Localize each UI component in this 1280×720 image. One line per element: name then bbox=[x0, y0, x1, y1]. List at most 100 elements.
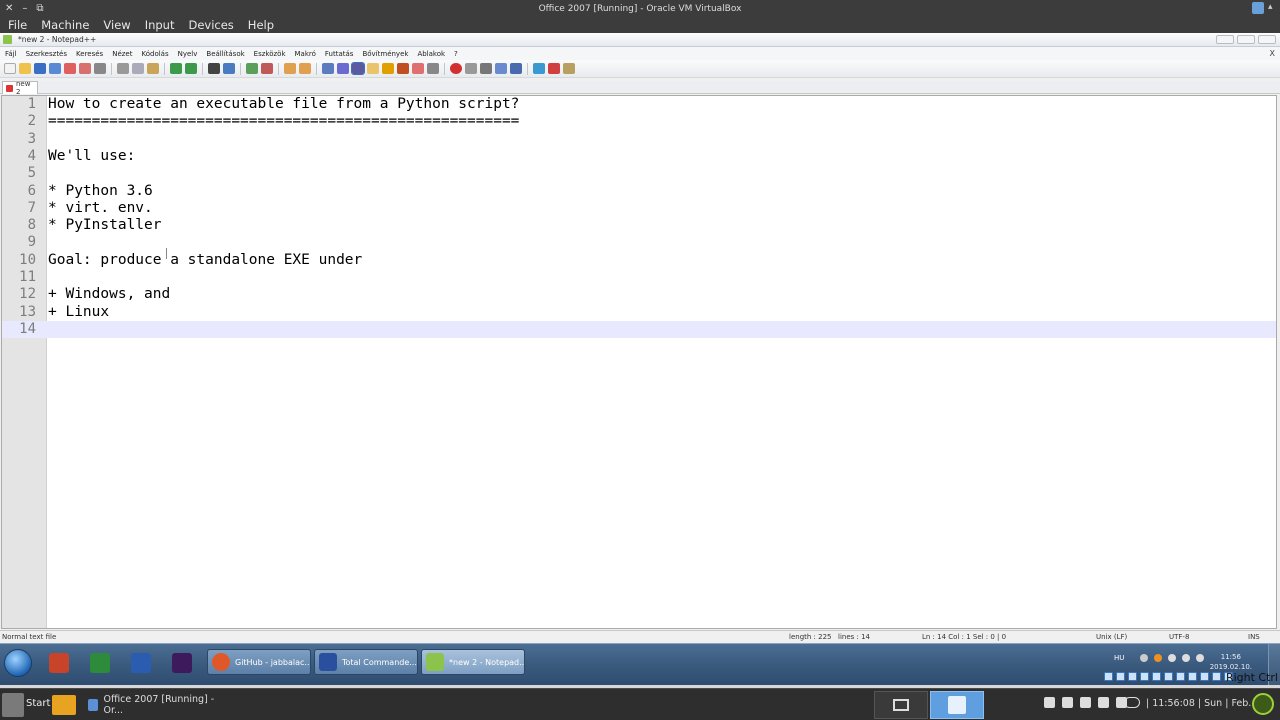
host-clock[interactable]: | 11:56:08 | Sun | Feb. 10 bbox=[1146, 698, 1266, 709]
sync-h-icon[interactable] bbox=[299, 63, 311, 74]
plugin-icon[interactable] bbox=[563, 63, 575, 74]
battery-icon[interactable] bbox=[1080, 697, 1091, 708]
audio-icon[interactable] bbox=[1128, 672, 1137, 681]
network-icon[interactable] bbox=[1140, 672, 1149, 681]
folder-workspace-icon[interactable] bbox=[412, 63, 424, 74]
tray-clock[interactable]: 11:56 2019.02.10. bbox=[1210, 652, 1252, 672]
show-all-chars-icon[interactable] bbox=[337, 63, 349, 74]
display-icon[interactable] bbox=[1176, 672, 1185, 681]
doc-map-icon[interactable] bbox=[382, 63, 394, 74]
play-macro-icon[interactable] bbox=[480, 63, 492, 74]
print-icon[interactable] bbox=[94, 63, 106, 74]
pinned-app-2[interactable] bbox=[83, 649, 117, 677]
flag-icon[interactable] bbox=[1196, 654, 1204, 662]
editor-line[interactable]: 2 =======================================… bbox=[2, 113, 1276, 130]
video-capture-icon[interactable] bbox=[1188, 672, 1197, 681]
vbox-menu-devices[interactable]: Devices bbox=[188, 18, 233, 32]
pinned-app-1[interactable] bbox=[42, 649, 76, 677]
editor-line[interactable]: 12 + Windows, and bbox=[2, 286, 1276, 303]
minimize-button[interactable] bbox=[1216, 35, 1234, 44]
text-editor[interactable]: 1 How to create an executable file from a… bbox=[1, 95, 1277, 629]
menu-bovitmenyek[interactable]: Bővítmények bbox=[362, 50, 408, 58]
menu-kodolas[interactable]: Kódolás bbox=[141, 50, 168, 58]
display-icon[interactable] bbox=[1062, 697, 1073, 708]
find-icon[interactable] bbox=[208, 63, 220, 74]
spell-check-icon[interactable] bbox=[533, 63, 545, 74]
cut-icon[interactable] bbox=[117, 63, 129, 74]
save-macro-icon[interactable] bbox=[510, 63, 522, 74]
lang-udl-icon[interactable] bbox=[367, 63, 379, 74]
editor-line[interactable]: 14 bbox=[2, 320, 1276, 339]
vbox-menu-view[interactable]: View bbox=[103, 18, 130, 32]
optical-icon[interactable] bbox=[1116, 672, 1125, 681]
tab-new-2[interactable]: new 2 bbox=[2, 80, 38, 96]
editor-line[interactable]: 8 * PyInstaller bbox=[2, 217, 1276, 234]
pinned-app-3[interactable] bbox=[124, 649, 158, 677]
editor-line[interactable]: 10 Goal: produce a standalone EXE under bbox=[2, 252, 1276, 269]
orange-tray-icon[interactable] bbox=[1154, 654, 1162, 662]
vbox-menu-file[interactable]: File bbox=[8, 18, 27, 32]
menu-fajl[interactable]: Fájl bbox=[5, 50, 17, 58]
hdd-icon[interactable] bbox=[1104, 672, 1113, 681]
save-icon[interactable] bbox=[34, 63, 46, 74]
run-macro-multiple-icon[interactable] bbox=[495, 63, 507, 74]
volume-icon[interactable] bbox=[1098, 697, 1109, 708]
shared-folder-icon[interactable] bbox=[1164, 672, 1173, 681]
stop-macro-icon[interactable] bbox=[465, 63, 477, 74]
workspace-2[interactable] bbox=[930, 691, 984, 719]
redo-icon[interactable] bbox=[185, 63, 197, 74]
cloud-icon[interactable] bbox=[1124, 697, 1140, 708]
language-indicator[interactable]: HU bbox=[1114, 654, 1124, 662]
editor-line[interactable]: 5 bbox=[2, 165, 1276, 182]
copy-icon[interactable] bbox=[132, 63, 144, 74]
record-macro-icon[interactable] bbox=[450, 63, 462, 74]
windows-start-orb[interactable] bbox=[4, 649, 32, 677]
menu-makro[interactable]: Makró bbox=[295, 50, 316, 58]
sync-v-icon[interactable] bbox=[284, 63, 296, 74]
menu-help[interactable]: ? bbox=[454, 50, 458, 58]
mouse-integration-icon[interactable] bbox=[1212, 672, 1221, 681]
close-doc-icon[interactable]: X bbox=[1270, 49, 1275, 58]
menu-futtatas[interactable]: Futtatás bbox=[325, 50, 354, 58]
close-icon[interactable] bbox=[64, 63, 76, 74]
editor-line[interactable]: 6 * Python 3.6 bbox=[2, 183, 1276, 200]
workspace-1[interactable] bbox=[874, 691, 928, 719]
menu-beallitasok[interactable]: Beállítások bbox=[206, 50, 244, 58]
up-arrow-icon[interactable] bbox=[1140, 654, 1148, 662]
replace-icon[interactable] bbox=[223, 63, 235, 74]
zoom-in-icon[interactable] bbox=[246, 63, 258, 74]
network-icon[interactable] bbox=[1168, 654, 1176, 662]
task-firefox[interactable]: GitHub - jabbalac... bbox=[207, 649, 311, 675]
editor-line[interactable]: 1 How to create an executable file from a… bbox=[2, 96, 1276, 113]
menu-ablakok[interactable]: Ablakok bbox=[417, 50, 445, 58]
editor-line[interactable]: 4 We'll use: bbox=[2, 148, 1276, 165]
zoom-out-icon[interactable] bbox=[261, 63, 273, 74]
pinned-app-4[interactable] bbox=[165, 649, 199, 677]
host-task-virtualbox[interactable]: Office 2007 [Running] - Or... bbox=[82, 692, 220, 718]
menu-nezet[interactable]: Nézet bbox=[112, 50, 132, 58]
undo-icon[interactable] bbox=[170, 63, 182, 74]
vbox-menu-machine[interactable]: Machine bbox=[41, 18, 89, 32]
monitoring-icon[interactable] bbox=[427, 63, 439, 74]
host-start-button[interactable]: Start bbox=[26, 698, 50, 709]
editor-line[interactable]: 3 bbox=[2, 131, 1276, 148]
maximize-button[interactable] bbox=[1237, 35, 1255, 44]
vbox-menu-help[interactable]: Help bbox=[248, 18, 274, 32]
task-total-commander[interactable]: Total Commande... bbox=[314, 649, 418, 675]
close-button[interactable] bbox=[1258, 35, 1276, 44]
paste-icon[interactable] bbox=[147, 63, 159, 74]
menu-kereses[interactable]: Keresés bbox=[76, 50, 103, 58]
host-menu-icon[interactable] bbox=[2, 693, 24, 717]
function-list-icon[interactable] bbox=[397, 63, 409, 74]
usb-icon[interactable] bbox=[1152, 672, 1161, 681]
editor-line[interactable]: 11 bbox=[2, 269, 1276, 286]
indent-guide-icon[interactable] bbox=[351, 62, 365, 75]
menu-eszkozok[interactable]: Eszközök bbox=[254, 50, 286, 58]
menu-szerkesztes[interactable]: Szerkesztés bbox=[26, 50, 67, 58]
editor-line[interactable]: 13 + Linux bbox=[2, 304, 1276, 321]
abc-spell-icon[interactable] bbox=[548, 63, 560, 74]
task-notepad[interactable]: *new 2 - Notepad... bbox=[421, 649, 525, 675]
editor-line[interactable]: 9 bbox=[2, 234, 1276, 251]
folder-icon[interactable] bbox=[52, 695, 76, 715]
vbox-menu-input[interactable]: Input bbox=[145, 18, 175, 32]
